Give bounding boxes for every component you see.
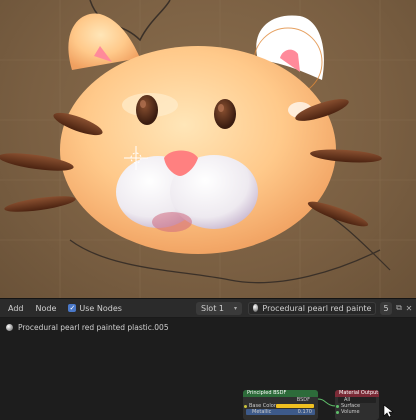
node-title: Principled BSDF	[243, 390, 318, 397]
socket-icon	[244, 404, 247, 408]
node-editor-header: Add Node ✓ Use Nodes Slot 1 ▾ Procedural…	[0, 298, 416, 318]
checkmark-icon: ✓	[68, 304, 77, 312]
cat-model-render	[0, 0, 416, 298]
material-sphere-icon	[6, 323, 13, 331]
base-color-swatch[interactable]	[276, 404, 314, 408]
slot-dropdown[interactable]: Slot 1 ▾	[196, 301, 242, 315]
breadcrumb: Procedural pearl red painted plastic.005	[0, 320, 416, 334]
menu-node[interactable]: Node	[30, 304, 63, 313]
use-nodes-checkbox[interactable]: ✓ Use Nodes	[62, 304, 128, 313]
unlink-icon[interactable]: ✕	[404, 302, 414, 315]
material-sphere-icon	[253, 304, 259, 312]
chevron-down-icon: ▾	[233, 304, 237, 312]
volume-label: Volume	[341, 409, 360, 415]
material-selector[interactable]: Procedural pearl red painted plastic.005	[248, 301, 376, 315]
use-nodes-label: Use Nodes	[79, 303, 122, 313]
menu-add[interactable]: Add	[0, 304, 30, 313]
material-name: Procedural pearl red painted plastic.005	[262, 303, 371, 313]
metallic-label: Metallic	[252, 409, 272, 415]
volume-row: Volume	[335, 409, 379, 415]
node-title: Material Output	[335, 390, 379, 397]
slot-label: Slot 1	[201, 303, 224, 313]
duplicate-icon[interactable]: ⧉	[394, 302, 404, 315]
node-canvas[interactable]: Principled BSDF BSDF Base Color Metallic…	[0, 334, 416, 420]
3d-viewport[interactable]	[0, 0, 416, 298]
metallic-row[interactable]: Metallic 0.170	[246, 409, 315, 415]
metallic-value: 0.170	[297, 409, 312, 415]
user-count[interactable]: 5	[380, 301, 392, 315]
breadcrumb-material-name: Procedural pearl red painted plastic.005	[18, 322, 169, 332]
socket-icon	[336, 410, 339, 414]
socket-icon	[336, 404, 339, 408]
